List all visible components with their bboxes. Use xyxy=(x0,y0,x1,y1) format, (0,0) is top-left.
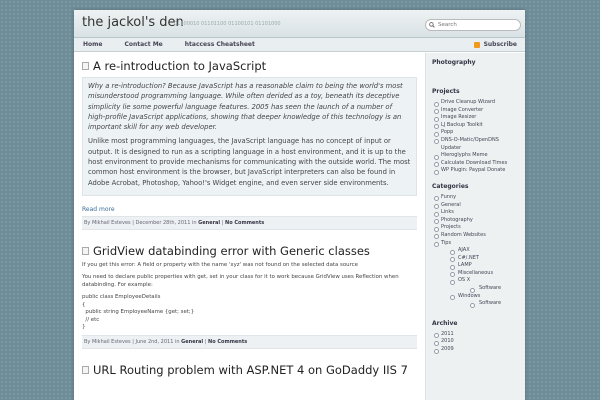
post-title-text[interactable]: GridView databinding error with Generic … xyxy=(93,244,370,258)
site-tagline: 01100010 01101100 01100101 01101000 xyxy=(174,21,281,27)
sidebar-link[interactable]: 2010 xyxy=(432,338,519,346)
navbar: Home Contact Me htaccess Cheatsheet Subs… xyxy=(74,38,525,52)
post-body: If you get this error: A field or proper… xyxy=(82,262,417,290)
projects-list: Drive Cleanup Wizard Image Converter Ima… xyxy=(432,99,519,175)
post-title-text[interactable]: URL Routing problem with ASP.NET 4 on Go… xyxy=(93,363,408,377)
meta-byline: By Mikhail Esteves | December 28th, 2011… xyxy=(84,219,197,226)
sidebar-link[interactable]: Funny xyxy=(432,194,519,202)
meta-comments-link[interactable]: No Comments xyxy=(225,220,264,226)
sidebar-link[interactable]: WP Plugin: Paypal Donate xyxy=(432,167,519,175)
sidebar-link[interactable]: Tips xyxy=(432,240,519,248)
page: the jackol's den 01100010 01101100 01100… xyxy=(74,10,525,400)
meta-byline: By Mikhail Esteves | June 2nd, 2011 in xyxy=(84,338,180,345)
post-title[interactable]: A re-introduction to JavaScript xyxy=(82,59,417,73)
search-input[interactable] xyxy=(438,22,518,28)
meta-comments-link[interactable]: No Comments xyxy=(208,339,247,345)
sidebar-link[interactable]: Popp xyxy=(432,129,519,137)
categories-list: Funny General Links Photography Projects… xyxy=(432,194,519,308)
sidebar-link[interactable]: Drive Cleanup Wizard xyxy=(432,99,519,107)
post-meta: By Mikhail Esteves | June 2nd, 2011 in G… xyxy=(82,334,417,349)
search-box[interactable] xyxy=(425,19,521,31)
post: URL Routing problem with ASP.NET 4 on Go… xyxy=(82,363,417,377)
body-paragraph: If you get this error: A field or proper… xyxy=(82,261,358,268)
rss-icon xyxy=(473,41,480,48)
body-paragraph: You need to declare public properties wi… xyxy=(82,274,399,288)
post: A re-introduction to JavaScript Why a re… xyxy=(82,59,417,230)
nav-contact-me[interactable]: Contact Me xyxy=(124,41,162,48)
meta-category-link[interactable]: General xyxy=(181,339,203,345)
sidebar-link[interactable]: Software xyxy=(432,300,519,308)
quote-paragraph: Why a re-introduction? Because JavaScrip… xyxy=(88,82,403,132)
sidebar-link[interactable]: Hieroglyphs Meme xyxy=(432,152,519,160)
nav-home[interactable]: Home xyxy=(83,41,102,48)
sidebar-link[interactable]: AJAX xyxy=(432,247,519,255)
sidebar-link[interactable]: Calculate Download Times xyxy=(432,160,519,168)
sidebar-link[interactable]: Image Resizer xyxy=(432,114,519,122)
sidebar-link[interactable]: General xyxy=(432,202,519,210)
site-title[interactable]: the jackol's den xyxy=(82,15,184,30)
document-icon xyxy=(82,365,89,374)
meta-category-link[interactable]: General xyxy=(198,220,220,226)
code-block: public class EmployeeDetails { public st… xyxy=(82,294,195,331)
document-icon xyxy=(82,246,89,255)
sidebar-heading-categories: Categories xyxy=(432,182,469,190)
sidebar-heading-photography: Photography xyxy=(432,59,476,66)
sidebar-link[interactable]: OS X xyxy=(432,277,519,285)
sidebar-link[interactable]: DNS-O-Matic/OpenDNS Updater xyxy=(432,137,519,152)
sidebar-heading-projects: Projects xyxy=(432,88,460,95)
sidebar-heading-archive: Archive xyxy=(432,319,458,327)
sidebar-link[interactable]: LJ Backup Toolkit xyxy=(432,122,519,130)
sidebar-link[interactable]: Photography xyxy=(432,217,519,225)
sidebar-link[interactable]: Miscellaneous xyxy=(432,270,519,278)
read-more-link[interactable]: Read more xyxy=(82,206,417,213)
post-title-text[interactable]: A re-introduction to JavaScript xyxy=(93,59,266,73)
post-blockquote: Why a re-introduction? Because JavaScrip… xyxy=(82,77,417,196)
sidebar-link[interactable]: C#/.NET xyxy=(432,255,519,263)
document-icon xyxy=(82,62,89,70)
sidebar: Photography Projects Drive Cleanup Wizar… xyxy=(425,53,525,400)
nav-htaccess-cheatsheet[interactable]: htaccess Cheatsheet xyxy=(185,41,255,48)
sidebar-link[interactable]: LAMP xyxy=(432,262,519,270)
sidebar-link[interactable]: Links xyxy=(432,209,519,217)
header: the jackol's den 01100010 01101100 01100… xyxy=(74,10,525,38)
sidebar-link[interactable]: Software xyxy=(432,285,519,293)
post-title[interactable]: URL Routing problem with ASP.NET 4 on Go… xyxy=(82,363,417,377)
subscribe-link[interactable]: Subscribe xyxy=(473,41,517,48)
post-meta: By Mikhail Esteves | December 28th, 2011… xyxy=(82,215,417,230)
sidebar-link[interactable]: Windows xyxy=(432,293,519,301)
sidebar-link[interactable]: 2011 xyxy=(432,331,519,339)
sidebar-link[interactable]: 2009 xyxy=(432,346,519,354)
search-icon xyxy=(429,22,435,28)
post: GridView databinding error with Generic … xyxy=(82,244,417,349)
main-content: A re-introduction to JavaScript Why a re… xyxy=(74,53,425,400)
quote-paragraph: Unlike most programming languages, the J… xyxy=(88,137,411,187)
sidebar-link[interactable]: Projects xyxy=(432,224,519,232)
subscribe-label: Subscribe xyxy=(483,41,517,48)
sidebar-link[interactable]: Random Websites xyxy=(432,232,519,240)
archive-list: 2011 2010 2009 xyxy=(432,331,519,354)
post-title[interactable]: GridView databinding error with Generic … xyxy=(82,244,417,258)
sidebar-link[interactable]: Image Converter xyxy=(432,107,519,115)
